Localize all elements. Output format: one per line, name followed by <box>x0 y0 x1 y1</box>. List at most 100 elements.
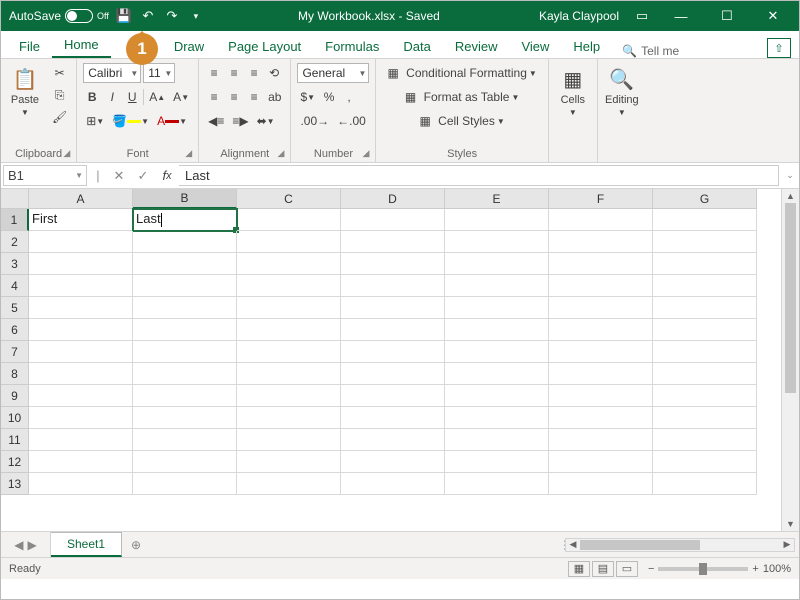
tab-help[interactable]: Help <box>561 35 612 58</box>
cell-E8[interactable] <box>445 363 549 385</box>
orientation-button[interactable]: ⟲ <box>265 63 283 83</box>
cell-E7[interactable] <box>445 341 549 363</box>
cell-F1[interactable] <box>549 209 653 231</box>
cell-B7[interactable] <box>133 341 237 363</box>
font-color-button[interactable]: A▼ <box>154 111 190 131</box>
paste-button[interactable]: 📋 Paste ▼ <box>7 63 43 121</box>
cell-C7[interactable] <box>237 341 341 363</box>
autosave-toggle[interactable]: AutoSave Off <box>9 9 109 23</box>
page-break-view-button[interactable]: ▭ <box>616 561 638 577</box>
undo-icon[interactable]: ↶ <box>139 7 157 25</box>
cell-B4[interactable] <box>133 275 237 297</box>
autosave-switch[interactable] <box>65 9 93 23</box>
accounting-button[interactable]: $▼ <box>297 87 318 107</box>
zoom-slider[interactable] <box>658 567 748 571</box>
cell-E5[interactable] <box>445 297 549 319</box>
cell-B11[interactable] <box>133 429 237 451</box>
cell-B13[interactable] <box>133 473 237 495</box>
maximize-button[interactable]: ☐ <box>705 1 749 31</box>
cell-C8[interactable] <box>237 363 341 385</box>
cell-C9[interactable] <box>237 385 341 407</box>
row-header-13[interactable]: 13 <box>1 473 29 495</box>
redo-icon[interactable]: ↷ <box>163 7 181 25</box>
cell-D3[interactable] <box>341 253 445 275</box>
align-top-button[interactable]: ≡ <box>205 63 223 83</box>
cell-E2[interactable] <box>445 231 549 253</box>
italic-button[interactable]: I <box>103 87 121 107</box>
horizontal-scrollbar[interactable]: ◀ ▶ <box>565 538 795 552</box>
cell-G8[interactable] <box>653 363 757 385</box>
save-icon[interactable]: 💾 <box>115 7 133 25</box>
align-middle-button[interactable]: ≡ <box>225 63 243 83</box>
hscroll-thumb[interactable] <box>580 540 700 550</box>
cell-D10[interactable] <box>341 407 445 429</box>
close-button[interactable]: ✕ <box>751 1 795 31</box>
fill-color-button[interactable]: 🪣▼ <box>109 111 152 131</box>
normal-view-button[interactable]: ▦ <box>568 561 590 577</box>
tab-review[interactable]: Review <box>443 35 510 58</box>
cell-A2[interactable] <box>29 231 133 253</box>
cell-C2[interactable] <box>237 231 341 253</box>
cell-A8[interactable] <box>29 363 133 385</box>
format-as-table-button[interactable]: ▦ Format as Table▼ <box>382 87 541 107</box>
insert-function-button[interactable]: fx <box>155 163 179 188</box>
cell-F13[interactable] <box>549 473 653 495</box>
cell-B1[interactable]: Last <box>133 209 237 231</box>
cell-E12[interactable] <box>445 451 549 473</box>
cell-C3[interactable] <box>237 253 341 275</box>
cell-B12[interactable] <box>133 451 237 473</box>
share-button[interactable]: ⇧ <box>767 38 791 58</box>
cell-E3[interactable] <box>445 253 549 275</box>
font-name-combo[interactable]: Calibri▼ <box>83 63 141 83</box>
scroll-left-icon[interactable]: ◀ <box>567 539 579 551</box>
row-header-1[interactable]: 1 <box>1 209 29 231</box>
cell-A10[interactable] <box>29 407 133 429</box>
cell-F3[interactable] <box>549 253 653 275</box>
cell-E9[interactable] <box>445 385 549 407</box>
merge-button[interactable]: ⬌▼ <box>254 111 278 131</box>
cell-E10[interactable] <box>445 407 549 429</box>
cell-B8[interactable] <box>133 363 237 385</box>
cell-G11[interactable] <box>653 429 757 451</box>
cell-F2[interactable] <box>549 231 653 253</box>
cell-C1[interactable] <box>237 209 341 231</box>
vertical-scrollbar[interactable]: ▲ ▼ <box>781 189 799 531</box>
cell-A11[interactable] <box>29 429 133 451</box>
tab-view[interactable]: View <box>509 35 561 58</box>
tab-data[interactable]: Data <box>391 35 442 58</box>
cancel-formula-button[interactable]: ✕ <box>107 163 131 188</box>
align-center-button[interactable]: ≡ <box>225 87 243 107</box>
cell-D1[interactable] <box>341 209 445 231</box>
cell-G6[interactable] <box>653 319 757 341</box>
decrease-font-button[interactable]: A▼ <box>170 87 192 107</box>
alignment-dialog-launcher[interactable]: ◢ <box>278 148 285 159</box>
cell-A12[interactable] <box>29 451 133 473</box>
align-bottom-button[interactable]: ≡ <box>245 63 263 83</box>
cell-G7[interactable] <box>653 341 757 363</box>
row-header-8[interactable]: 8 <box>1 363 29 385</box>
enter-formula-button[interactable]: ✓ <box>131 163 155 188</box>
sheet-prev-icon[interactable]: ◀ <box>14 538 23 552</box>
cell-D4[interactable] <box>341 275 445 297</box>
format-painter-button[interactable]: 🖌 <box>49 107 70 127</box>
tab-page-layout[interactable]: Page Layout <box>216 35 313 58</box>
number-format-combo[interactable]: General▼ <box>297 63 369 83</box>
sheet-next-icon[interactable]: ▶ <box>28 538 37 552</box>
scroll-up-icon[interactable]: ▲ <box>782 189 799 203</box>
row-header-9[interactable]: 9 <box>1 385 29 407</box>
row-header-11[interactable]: 11 <box>1 429 29 451</box>
cell-A13[interactable] <box>29 473 133 495</box>
cell-B10[interactable] <box>133 407 237 429</box>
vscroll-thumb[interactable] <box>785 203 796 393</box>
comma-button[interactable]: , <box>340 87 358 107</box>
scroll-down-icon[interactable]: ▼ <box>782 517 799 531</box>
cell-styles-button[interactable]: ▦ Cell Styles▼ <box>382 111 541 131</box>
formula-input[interactable]: Last <box>179 165 779 186</box>
cell-E4[interactable] <box>445 275 549 297</box>
cell-D12[interactable] <box>341 451 445 473</box>
cell-B5[interactable] <box>133 297 237 319</box>
cell-G10[interactable] <box>653 407 757 429</box>
increase-font-button[interactable]: A▲ <box>146 87 168 107</box>
cell-G12[interactable] <box>653 451 757 473</box>
cell-F6[interactable] <box>549 319 653 341</box>
